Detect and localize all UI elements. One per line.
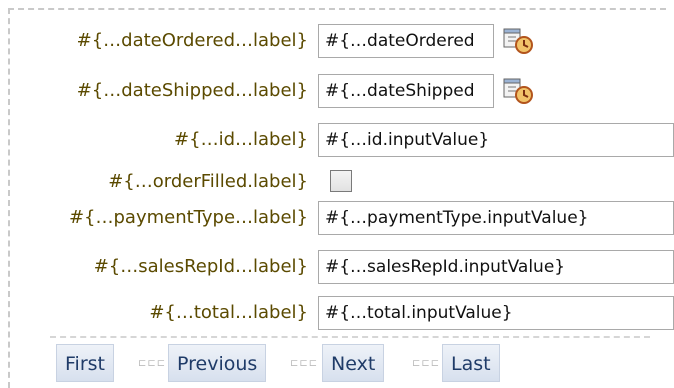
- date-ordered-input[interactable]: #{…dateOrdered: [318, 24, 494, 58]
- calendar-clock-icon[interactable]: [502, 26, 534, 56]
- pager-separator: ⊏⊏⊏: [290, 358, 319, 369]
- payment-type-label: #{…paymentType…label}: [68, 207, 308, 228]
- total-input[interactable]: #{…total.inputValue}: [318, 296, 674, 330]
- last-button[interactable]: Last: [442, 344, 500, 382]
- order-filled-checkbox[interactable]: [330, 170, 352, 192]
- previous-button[interactable]: Previous: [168, 344, 267, 382]
- next-button[interactable]: Next: [322, 344, 385, 382]
- pager-separator: ⊏⊏⊏: [412, 358, 441, 369]
- date-shipped-label: #{…dateShipped…label}: [76, 80, 308, 101]
- row-id: #{…id…label} #{…id.inputValue}: [0, 121, 674, 161]
- row-date-shipped: #{…dateShipped…label} #{…dateShipped: [0, 72, 674, 112]
- row-payment-type: #{…paymentType…label} #{…paymentType.inp…: [0, 199, 674, 239]
- row-sales-rep-id: #{…salesRepId…label} #{…salesRepId.input…: [0, 248, 674, 288]
- sales-rep-id-label: #{…salesRepId…label}: [93, 256, 308, 277]
- date-shipped-input[interactable]: #{…dateShipped: [318, 74, 494, 108]
- date-ordered-label: #{…dateOrdered…label}: [76, 30, 308, 51]
- payment-type-input[interactable]: #{…paymentType.inputValue}: [318, 201, 674, 235]
- row-order-filled: #{…orderFilled.label}: [0, 163, 674, 203]
- pager-separator: ⊏⊏⊏: [138, 358, 167, 369]
- total-label: #{…total…label}: [149, 302, 308, 323]
- calendar-clock-icon[interactable]: [502, 76, 534, 106]
- pager: First ⊏⊏⊏ Previous ⊏⊏⊏ Next ⊏⊏⊏ Last: [50, 336, 650, 382]
- id-label: #{…id…label}: [174, 129, 308, 150]
- row-total: #{…total…label} #{…total.inputValue}: [0, 294, 674, 334]
- first-button[interactable]: First: [56, 344, 114, 382]
- sales-rep-id-input[interactable]: #{…salesRepId.inputValue}: [318, 250, 674, 284]
- row-date-ordered: #{…dateOrdered…label} #{…dateOrdered: [0, 22, 674, 62]
- id-input[interactable]: #{…id.inputValue}: [318, 123, 674, 157]
- order-filled-label: #{…orderFilled.label}: [108, 171, 308, 192]
